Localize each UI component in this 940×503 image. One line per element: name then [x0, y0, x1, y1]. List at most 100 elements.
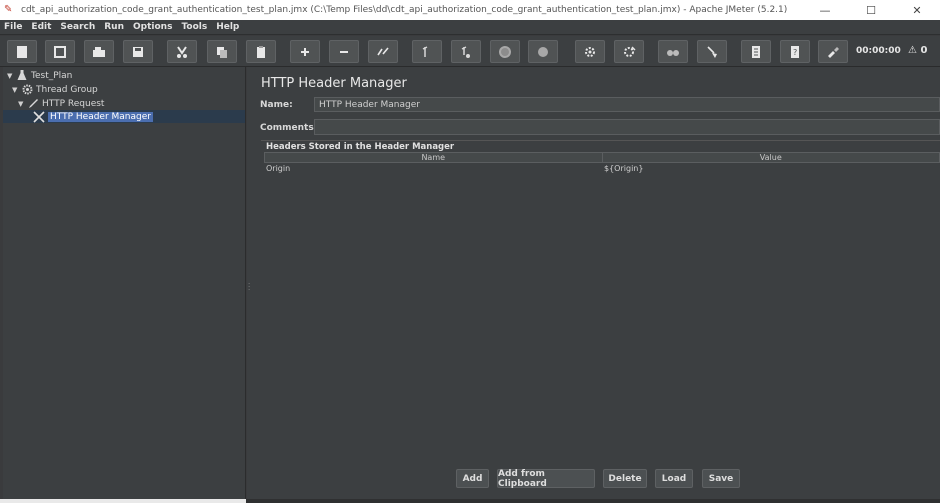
window-controls: — ☐ ✕	[802, 0, 940, 20]
gear-icon	[21, 84, 33, 96]
wrench-icon	[33, 110, 45, 123]
toolbar: ? 00:00:00 ⚠ 0	[0, 36, 940, 67]
delete-button[interactable]: Delete	[603, 469, 647, 488]
name-label: Name:	[260, 100, 293, 110]
binoculars-icon	[667, 49, 679, 56]
broom-icon	[707, 45, 717, 58]
close-button[interactable]: ✕	[894, 0, 940, 20]
headers-group-title: Headers Stored in the Header Manager	[266, 142, 455, 152]
expand-arrow-icon[interactable]: ▼	[12, 86, 21, 94]
expand-arrow-icon[interactable]: ▼	[7, 72, 16, 80]
add-from-clipboard-button[interactable]: Add from Clipboard	[497, 469, 595, 489]
expand-all-button[interactable]	[290, 40, 320, 63]
tree-node-label: HTTP Header Manager	[48, 111, 153, 122]
elapsed-timer: 00:00:00	[856, 46, 901, 56]
shutdown-button[interactable]	[528, 40, 558, 63]
pen-icon	[27, 98, 39, 110]
table-row[interactable]: Origin ${Origin}	[264, 163, 940, 175]
jmeter-feather-icon: ✎	[4, 4, 13, 15]
start-no-pause-button[interactable]	[451, 40, 481, 63]
toggle-button[interactable]	[368, 40, 398, 63]
open-button[interactable]	[84, 40, 114, 63]
headers-table: Name Value Origin ${Origin}	[264, 152, 940, 175]
status-strip-left	[0, 499, 246, 503]
comments-field[interactable]	[314, 119, 940, 135]
svg-text:?: ?	[793, 48, 797, 57]
comments-label: Comments:	[260, 123, 318, 133]
tree-node-label: Test_Plan	[31, 70, 73, 81]
templates-icon	[54, 45, 66, 58]
cell-value[interactable]: ${Origin}	[602, 163, 940, 175]
save-icon	[133, 46, 143, 57]
menu-file[interactable]: File	[4, 22, 22, 32]
stop-icon	[499, 45, 511, 58]
remote-stop-icon	[624, 46, 636, 57]
copy-button[interactable]	[207, 40, 237, 63]
tree-node-thread-group[interactable]: ▼ Thread Group	[12, 83, 98, 96]
menu-tools[interactable]: Tools	[181, 22, 207, 32]
new-button[interactable]	[7, 40, 37, 63]
save-button[interactable]	[123, 40, 153, 63]
new-icon	[17, 45, 27, 58]
cut-button[interactable]	[167, 40, 197, 63]
copy-icon	[217, 46, 227, 58]
search-button[interactable]	[658, 40, 688, 63]
cell-name[interactable]: Origin	[264, 163, 602, 175]
tree-node-label: Thread Group	[36, 84, 98, 95]
function-helper-icon	[752, 45, 760, 58]
open-icon	[93, 46, 105, 57]
menu-edit[interactable]: Edit	[31, 22, 51, 32]
remote-start-button[interactable]	[575, 40, 605, 63]
tool-icon	[828, 46, 839, 58]
menu-search[interactable]: Search	[60, 22, 95, 32]
stop-button[interactable]	[490, 40, 520, 63]
splitter-grip-icon[interactable]: · · ·	[248, 281, 252, 294]
clear-all-button[interactable]	[697, 40, 727, 63]
save-table-button[interactable]: Save	[702, 469, 740, 488]
collapse-all-button[interactable]	[329, 40, 359, 63]
test-plan-tree: ▼ Test_Plan ▼ Thread Group ▼ HTTP Reques…	[3, 67, 246, 499]
remote-start-icon	[585, 46, 595, 57]
table-header: Name Value	[264, 152, 940, 163]
tree-node-http-header-manager[interactable]: HTTP Header Manager	[3, 110, 245, 123]
paste-button[interactable]	[246, 40, 276, 63]
load-button[interactable]: Load	[655, 469, 693, 488]
column-header-value[interactable]: Value	[603, 153, 940, 162]
window-title: cdt_api_authorization_code_grant_authent…	[21, 5, 788, 15]
start-no-pause-icon	[461, 45, 470, 58]
cut-icon	[177, 45, 187, 58]
start-button[interactable]	[412, 40, 442, 63]
paste-icon	[257, 45, 265, 58]
flask-icon	[16, 70, 28, 82]
collapse-icon	[340, 50, 348, 53]
help-icon: ?	[791, 45, 799, 58]
element-editor-panel: HTTP Header Manager Name: HTTP Header Ma…	[253, 67, 940, 499]
start-icon	[422, 45, 428, 57]
column-header-name[interactable]: Name	[265, 153, 603, 162]
title-bar: ✎ cdt_api_authorization_code_grant_authe…	[0, 0, 940, 20]
minimize-button[interactable]: —	[802, 0, 848, 20]
menu-run[interactable]: Run	[104, 22, 124, 32]
expand-arrow-icon[interactable]: ▼	[18, 100, 27, 108]
shutdown-icon	[538, 46, 548, 57]
templates-button[interactable]	[45, 40, 75, 63]
add-button[interactable]: Add	[456, 469, 489, 488]
warning-counter[interactable]: ⚠ 0	[908, 45, 927, 56]
menu-help[interactable]: Help	[216, 22, 239, 32]
toggle-icon	[377, 46, 389, 55]
headers-group: Headers Stored in the Header Manager Nam…	[261, 140, 940, 495]
tools-button[interactable]	[818, 40, 848, 63]
page-title: HTTP Header Manager	[261, 76, 407, 91]
expand-icon	[301, 47, 309, 56]
remote-stop-button[interactable]	[614, 40, 644, 63]
menu-bar: File Edit Search Run Options Tools Help	[0, 20, 940, 35]
tree-node-test-plan[interactable]: ▼ Test_Plan	[7, 69, 72, 82]
tree-node-label: HTTP Request	[42, 98, 105, 109]
tree-node-http-request[interactable]: ▼ HTTP Request	[18, 97, 104, 110]
function-helper-button[interactable]	[741, 40, 771, 63]
maximize-button[interactable]: ☐	[848, 0, 894, 20]
help-button[interactable]: ?	[780, 40, 810, 63]
menu-options[interactable]: Options	[133, 22, 172, 32]
name-field[interactable]: HTTP Header Manager	[314, 97, 940, 112]
name-field-value: HTTP Header Manager	[319, 99, 420, 110]
